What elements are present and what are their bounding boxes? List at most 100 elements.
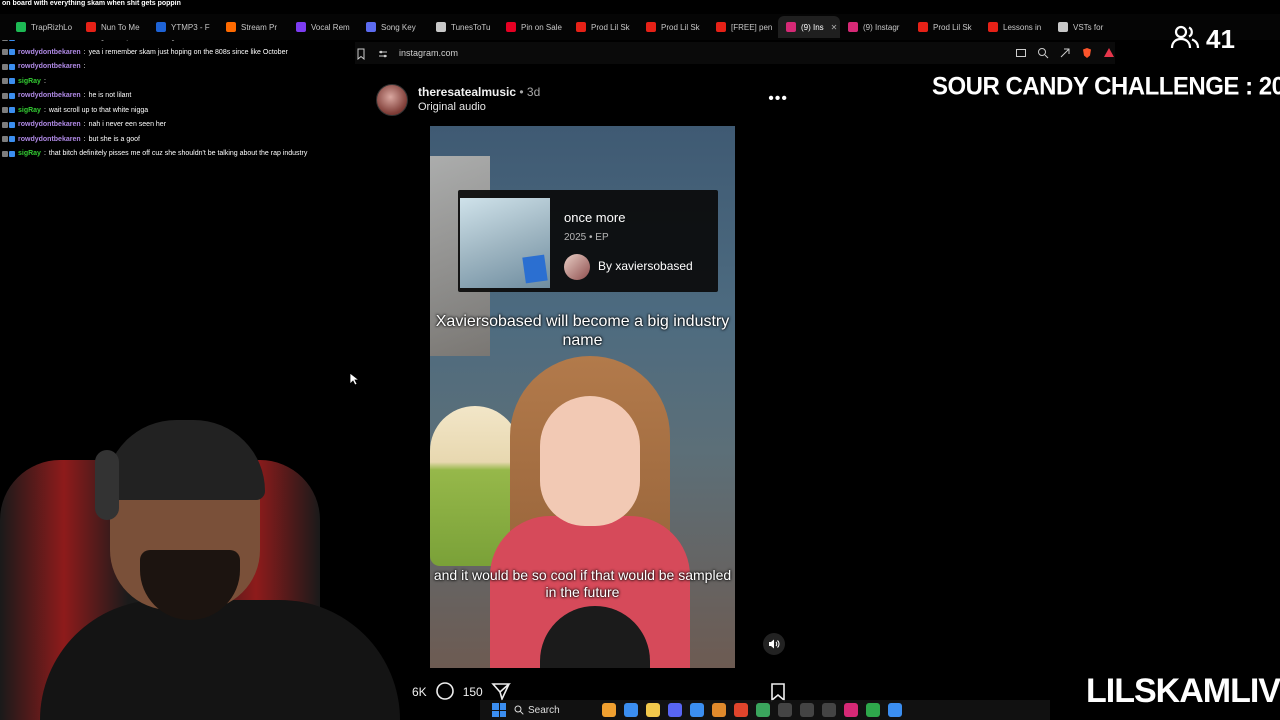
chat-message: rowdydontbekaren: nah i never een seen he… [2, 118, 362, 133]
taskbar-app-icon[interactable] [668, 703, 682, 717]
mouse-cursor-icon [349, 372, 361, 391]
chat-username[interactable]: sigRay [18, 78, 41, 85]
browser-tab[interactable]: [FREE] pen [708, 16, 778, 38]
browser-tab[interactable]: Prod Lil Sk [638, 16, 708, 38]
chat-username[interactable]: rowdydontbekaren [18, 92, 81, 99]
taskbar-app-icon[interactable] [800, 703, 814, 717]
album-artist: By xaviersobased [598, 259, 693, 273]
tab-favicon-icon [988, 22, 998, 32]
browser-tab[interactable]: Lessons in [980, 16, 1050, 38]
author-username[interactable]: theresatealmusic • 3d [418, 85, 540, 99]
share-icon[interactable] [1059, 46, 1071, 58]
chat-text: he is not lilant [88, 92, 132, 100]
taskbar-app-icon[interactable] [844, 703, 858, 717]
chat-colon: : [83, 135, 86, 143]
tab-favicon-icon [366, 22, 376, 32]
taskbar-app-icon[interactable] [690, 703, 704, 717]
taskbar-app-icon[interactable] [646, 703, 660, 717]
browser-tab[interactable]: Pin on Sale [498, 16, 568, 38]
browser-tab[interactable]: Prod Lil Sk [910, 16, 980, 38]
chat-colon: : [43, 106, 46, 114]
chat-username[interactable]: rowdydontbekaren [18, 49, 81, 56]
chat-message: rowdydontbekaren: [2, 60, 362, 75]
browser-tab[interactable]: Nun To Me [78, 16, 148, 38]
windows-start-icon[interactable] [492, 703, 506, 717]
chat-badges-icon [2, 121, 15, 128]
album-title: once more [564, 210, 626, 225]
viewer-counter: 41 [1170, 22, 1235, 57]
tab-favicon-icon [16, 22, 26, 32]
browser-tab[interactable]: (9) Ins ✕ [778, 16, 840, 38]
tab-favicon-icon [1058, 22, 1068, 32]
taskbar-app-icon[interactable] [778, 703, 792, 717]
chat-message: sigRay: wait scroll up to that white nigg… [2, 103, 362, 118]
headphones [95, 450, 119, 520]
tab-favicon-icon [86, 22, 96, 32]
address-bar[interactable]: instagram.com [355, 42, 1115, 64]
taskbar-app-icon[interactable] [822, 703, 836, 717]
browser-tab[interactable]: (9) Instagr [840, 16, 910, 38]
mute-button[interactable] [763, 633, 785, 655]
browser-tab[interactable]: Song Key [358, 16, 428, 38]
browser-tab[interactable]: YTMP3 - F [148, 16, 218, 38]
close-tab-icon[interactable]: ✕ [831, 23, 838, 32]
taskbar-search[interactable]: Search [514, 705, 594, 716]
taskbar-app-icon[interactable] [734, 703, 748, 717]
audio-label[interactable]: Original audio [418, 101, 486, 113]
tab-favicon-icon [716, 22, 726, 32]
taskbar-app-icon[interactable] [866, 703, 880, 717]
browser-tab[interactable]: TrapRizhLo [8, 16, 78, 38]
chat-text: yea i remember skam just hoping on the 8… [88, 48, 288, 56]
post-header: theresatealmusic • 3d Original audio ••• [376, 82, 796, 118]
creator-face [540, 396, 640, 526]
site-info-icon[interactable] [377, 47, 389, 59]
cast-icon[interactable] [1015, 46, 1027, 58]
taskbar-app-icon[interactable] [888, 703, 902, 717]
brave-rewards-icon[interactable] [1103, 46, 1115, 58]
taskbar-app-icon[interactable] [756, 703, 770, 717]
streamer-brand: LILSKAMLIVE [1086, 672, 1280, 710]
bookmark-icon[interactable] [355, 47, 367, 61]
zoom-icon[interactable] [1037, 46, 1049, 59]
browser-tab[interactable]: Prod Lil Sk [568, 16, 638, 38]
album-card: once more 2025 • EP By xaviersobased [458, 190, 718, 292]
brave-shield-icon[interactable] [1081, 46, 1093, 58]
tab-label: YTMP3 - F [171, 22, 210, 32]
tab-label: Lessons in [1003, 22, 1042, 32]
author-avatar[interactable] [376, 84, 408, 116]
chat-badges-icon [2, 150, 15, 157]
taskbar-app-icon[interactable] [624, 703, 638, 717]
chat-text: wait scroll up to that white nigga [48, 106, 149, 114]
chat-colon: : [83, 121, 86, 129]
taskbar-app-icon[interactable] [712, 703, 726, 717]
chat-colon: : [43, 77, 46, 85]
tab-favicon-icon [786, 22, 796, 32]
chat-colon: : [83, 63, 86, 71]
url-text[interactable]: instagram.com [399, 48, 458, 58]
chat-username[interactable]: sigRay [18, 107, 41, 114]
browser-tab[interactable]: VSTs for [1050, 16, 1120, 38]
browser-tab[interactable]: Stream Pr [218, 16, 288, 38]
chat-username[interactable]: rowdydontbekaren [18, 136, 81, 143]
caption-bottom: and it would be so cool if that would be… [433, 567, 732, 600]
chat-message: rowdydontbekaren: he is not lilant [2, 89, 362, 104]
comment-icon[interactable] [435, 681, 455, 704]
more-options-button[interactable]: ••• [768, 90, 788, 108]
tab-favicon-icon [156, 22, 166, 32]
tab-label: (9) Instagr [863, 22, 900, 32]
browser-tab[interactable]: Vocal Rem [288, 16, 358, 38]
tab-favicon-icon [848, 22, 858, 32]
tab-label: TrapRizhLo [31, 22, 73, 32]
taskbar-app-icon[interactable] [602, 703, 616, 717]
chat-username[interactable]: sigRay [18, 150, 41, 157]
chat-username[interactable]: rowdydontbekaren [18, 63, 81, 70]
post-actions: 6K 150 [412, 681, 792, 704]
chat-colon: : [83, 92, 86, 100]
tab-favicon-icon [918, 22, 928, 32]
chat-colon: : [43, 150, 46, 158]
chat-username[interactable]: rowdydontbekaren [18, 121, 81, 128]
challenge-banner: SOUR CANDY CHALLENGE : 205/250 [932, 72, 1280, 101]
users-icon [1170, 22, 1200, 57]
chat-badges-icon [2, 107, 15, 114]
browser-tab[interactable]: TunesToTu [428, 16, 498, 38]
